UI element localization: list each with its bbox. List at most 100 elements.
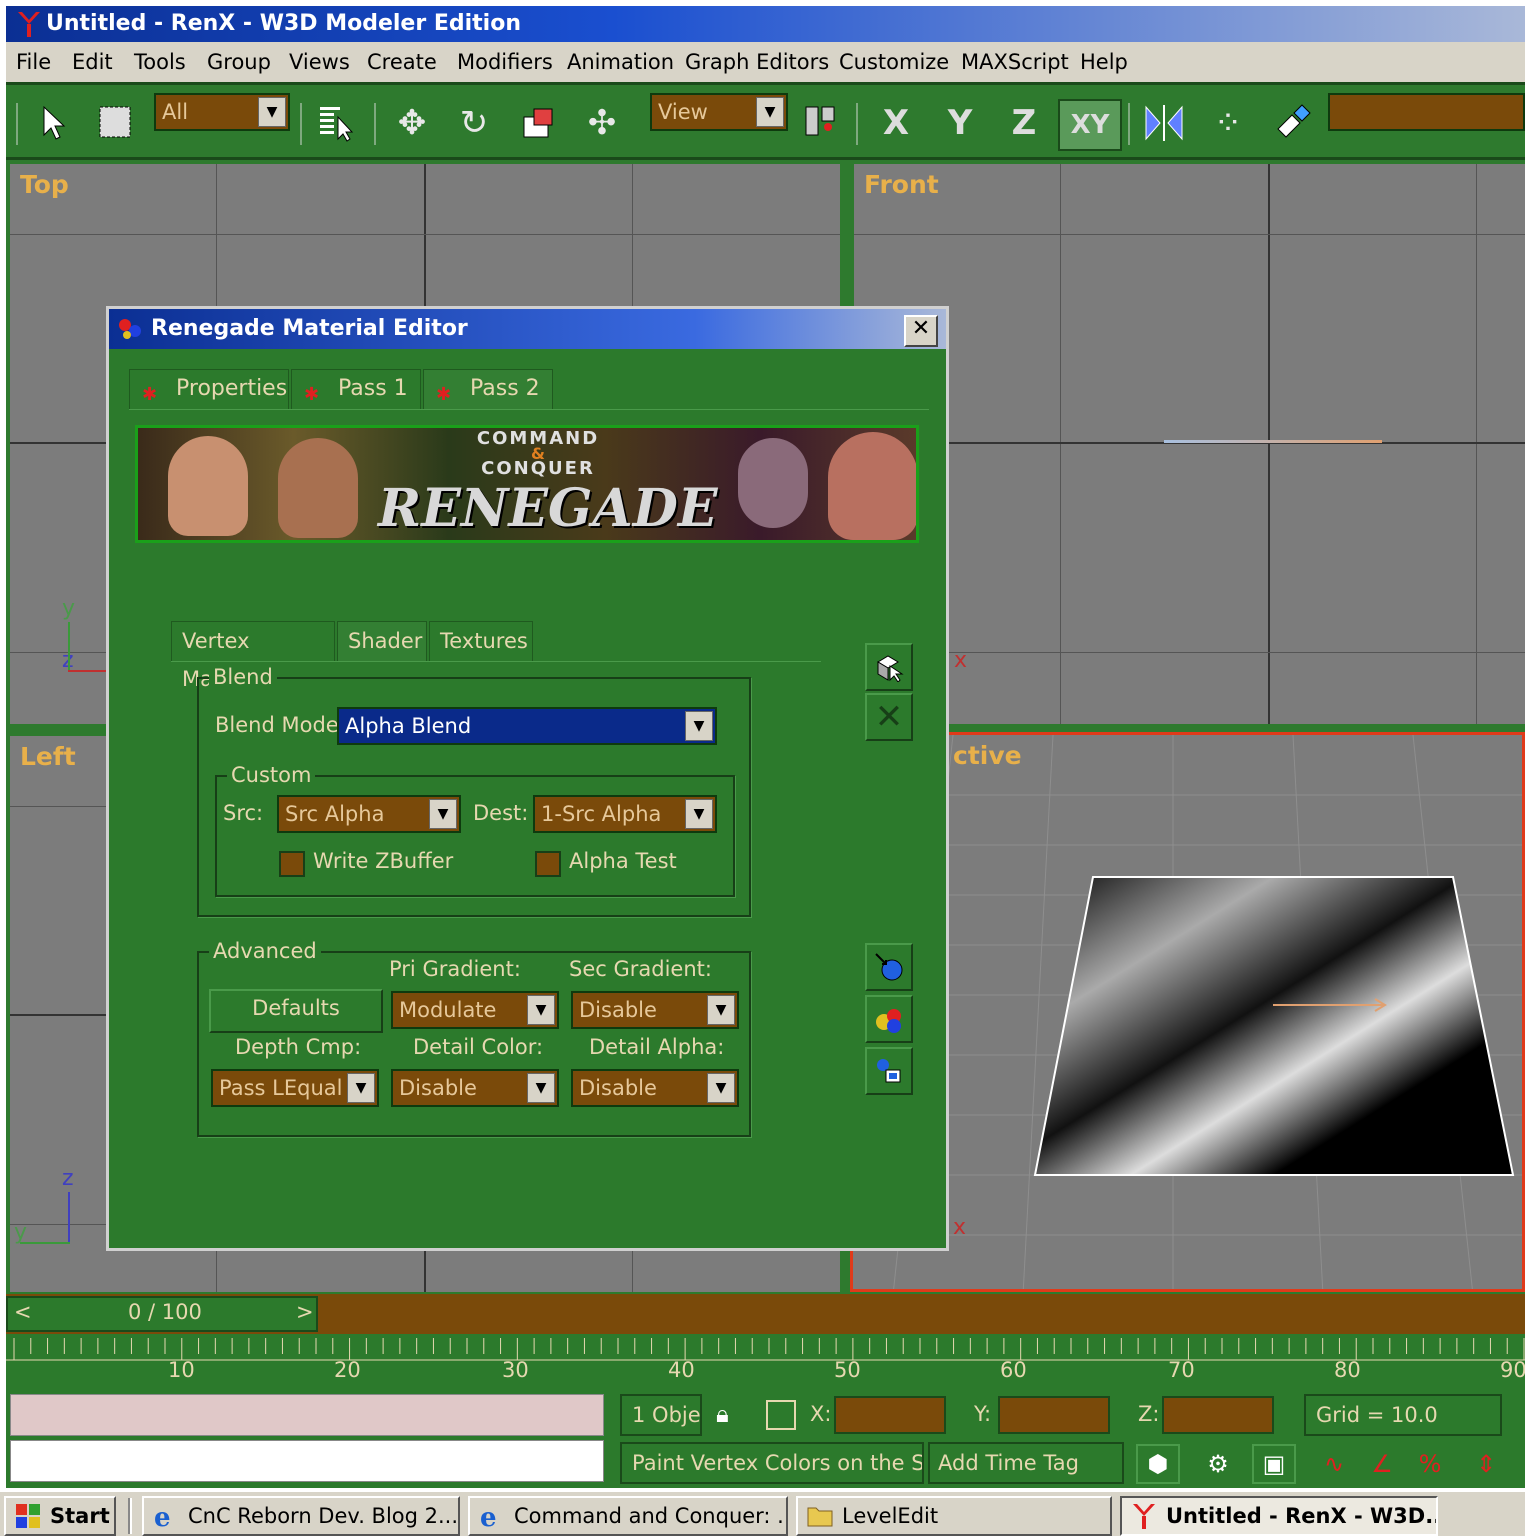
blend-mode-dropdown[interactable]: Alpha Blend ▼ <box>337 707 717 745</box>
tab-properties[interactable]: ✱ Properties <box>129 369 289 409</box>
menu-animation[interactable]: Animation <box>567 42 674 82</box>
alpha-test-checkbox[interactable] <box>535 851 561 877</box>
time-slider-bar: < 0 / 100 > <box>6 1294 1525 1334</box>
restrict-y-button[interactable]: Y <box>936 99 984 147</box>
selection-count: 1 Obje <box>620 1394 702 1436</box>
axis-y-label: y <box>62 596 76 621</box>
menu-modifiers[interactable]: Modifiers <box>457 42 553 82</box>
subtab-shader[interactable]: Shader <box>337 621 427 661</box>
write-zbuffer-checkbox[interactable] <box>279 851 305 877</box>
task-command-and-conquer[interactable]: e Command and Conquer: ... <box>468 1496 788 1536</box>
depth-cmp-dropdown[interactable]: Pass LEqual ▼ <box>211 1069 379 1107</box>
start-button[interactable]: Start <box>4 1496 116 1536</box>
maxscript-listener-white[interactable] <box>10 1440 604 1482</box>
menu-views[interactable]: Views <box>289 42 350 82</box>
tab-label: Pass 1 <box>338 376 408 401</box>
dest-dropdown[interactable]: 1-Src Alpha ▼ <box>533 795 717 833</box>
viewport-front[interactable]: Front x <box>854 164 1525 724</box>
detail-alpha-dropdown[interactable]: Disable ▼ <box>571 1069 739 1107</box>
named-selection-field[interactable] <box>1328 93 1525 131</box>
add-time-tag-button[interactable]: Add Time Tag <box>928 1442 1124 1484</box>
menu-group[interactable]: Group <box>207 42 271 82</box>
menu-edit[interactable]: Edit <box>72 42 113 82</box>
mirror-icon[interactable] <box>1140 99 1188 147</box>
move-icon[interactable]: ✥ <box>388 99 436 147</box>
menu-file[interactable]: File <box>16 42 51 82</box>
selection-lock-icon[interactable]: ⬢ <box>1136 1444 1180 1484</box>
percent-snap-icon[interactable]: % <box>1408 1444 1452 1484</box>
menu-create[interactable]: Create <box>367 42 437 82</box>
prev-frame-button[interactable]: < <box>14 1300 32 1324</box>
select-arrow-icon[interactable] <box>30 99 78 147</box>
pivot-icon[interactable]: ✣ <box>578 99 626 147</box>
window-crossing-icon[interactable]: ⚙ <box>1196 1444 1240 1484</box>
menu-customize[interactable]: Customize <box>839 42 949 82</box>
track-bar[interactable]: 10 20 30 40 50 60 70 80 90 <box>6 1334 1525 1388</box>
snap-3d-icon[interactable]: ∿ <box>1312 1444 1356 1484</box>
restrict-x-button[interactable]: X <box>872 99 920 147</box>
copy-material-button[interactable] <box>865 1047 913 1095</box>
menu-help[interactable]: Help <box>1080 42 1128 82</box>
menu-maxscript[interactable]: MAXScript <box>961 42 1069 82</box>
select-by-name-icon[interactable] <box>312 99 360 147</box>
task-leveledit[interactable]: LevelEdit <box>796 1496 1112 1536</box>
frame-counter: 0 / 100 <box>128 1300 202 1324</box>
write-zbuffer-label: Write ZBuffer <box>313 849 454 873</box>
viewport-perspective[interactable]: ctive x <box>850 732 1525 1292</box>
time-slider[interactable]: < 0 / 100 > <box>6 1296 318 1332</box>
get-material-button[interactable] <box>865 943 913 991</box>
array-icon[interactable]: ⁘ <box>1204 99 1252 147</box>
advanced-group-label: Advanced <box>209 939 321 963</box>
rotate-icon[interactable]: ↻ <box>450 99 498 147</box>
lock-icon[interactable]: 🔒︎ <box>716 1400 729 1428</box>
subtab-textures[interactable]: Textures <box>429 621 533 661</box>
detail-color-dropdown[interactable]: Disable ▼ <box>391 1069 559 1107</box>
taskbar-divider <box>128 1498 132 1534</box>
x-coord-field[interactable] <box>834 1396 946 1434</box>
blend-mode-label: Blend Mode: <box>215 713 346 737</box>
z-coord-field[interactable] <box>1162 1396 1274 1434</box>
maxscript-listener-pink[interactable] <box>10 1394 604 1436</box>
selection-filter-dropdown[interactable]: All ▼ <box>154 93 290 131</box>
region-select-icon[interactable] <box>92 99 140 147</box>
menu-graph-editors[interactable]: Graph Editors <box>685 42 829 82</box>
svg-text:e: e <box>480 1503 497 1530</box>
reference-coord-dropdown[interactable]: View ▼ <box>650 93 788 131</box>
absolute-mode-icon[interactable] <box>766 1400 796 1430</box>
tick-label: 40 <box>668 1358 695 1382</box>
copy-icon <box>877 1059 901 1083</box>
pick-material-button[interactable] <box>865 643 913 691</box>
window-title: Untitled - RenX - W3D Modeler Edition <box>46 11 521 36</box>
pri-gradient-label: Pri Gradient: <box>389 957 521 981</box>
custom-group <box>215 775 735 897</box>
src-dropdown[interactable]: Src Alpha ▼ <box>277 795 461 833</box>
dialog-title-bar[interactable]: Renegade Material Editor ✕ <box>109 309 946 349</box>
detail-color-label: Detail Color: <box>413 1035 544 1059</box>
next-frame-button[interactable]: > <box>296 1300 314 1324</box>
tab-pass-1[interactable]: ✱ Pass 1 <box>291 369 421 409</box>
pri-gradient-dropdown[interactable]: Modulate ▼ <box>391 991 559 1029</box>
angle-snap-icon[interactable]: ∠ <box>1360 1444 1404 1484</box>
tick-label: 60 <box>1000 1358 1027 1382</box>
y-coord-field[interactable] <box>998 1396 1110 1434</box>
task-cnc-reborn-blog[interactable]: e CnC Reborn Dev. Blog 2... <box>142 1496 460 1536</box>
delete-button[interactable]: ✕ <box>865 693 913 741</box>
menu-tools[interactable]: Tools <box>134 42 186 82</box>
chevron-down-icon: ▼ <box>756 97 784 127</box>
close-button[interactable]: ✕ <box>904 315 938 347</box>
pivot-center-icon[interactable] <box>796 99 844 147</box>
spinner-snap-icon[interactable]: ⇕ <box>1464 1444 1508 1484</box>
restrict-xy-button[interactable]: XY <box>1058 99 1122 151</box>
restrict-z-button[interactable]: Z <box>1000 99 1048 147</box>
degradation-override-icon[interactable]: ▣ <box>1252 1444 1296 1484</box>
defaults-button[interactable]: Defaults <box>209 989 383 1033</box>
close-icon: ✕ <box>874 697 904 737</box>
align-icon[interactable] <box>1268 99 1316 147</box>
task-renx-untitled[interactable]: Untitled - RenX - W3D... <box>1120 1496 1438 1536</box>
depth-cmp-value: Pass LEqual <box>219 1076 343 1100</box>
material-colors-button[interactable] <box>865 995 913 1043</box>
scale-icon[interactable] <box>514 99 562 147</box>
subtab-vertex-material[interactable]: Vertex Material <box>171 621 335 691</box>
sec-gradient-dropdown[interactable]: Disable ▼ <box>571 991 739 1029</box>
tab-pass-2[interactable]: ✱ Pass 2 <box>423 369 553 409</box>
